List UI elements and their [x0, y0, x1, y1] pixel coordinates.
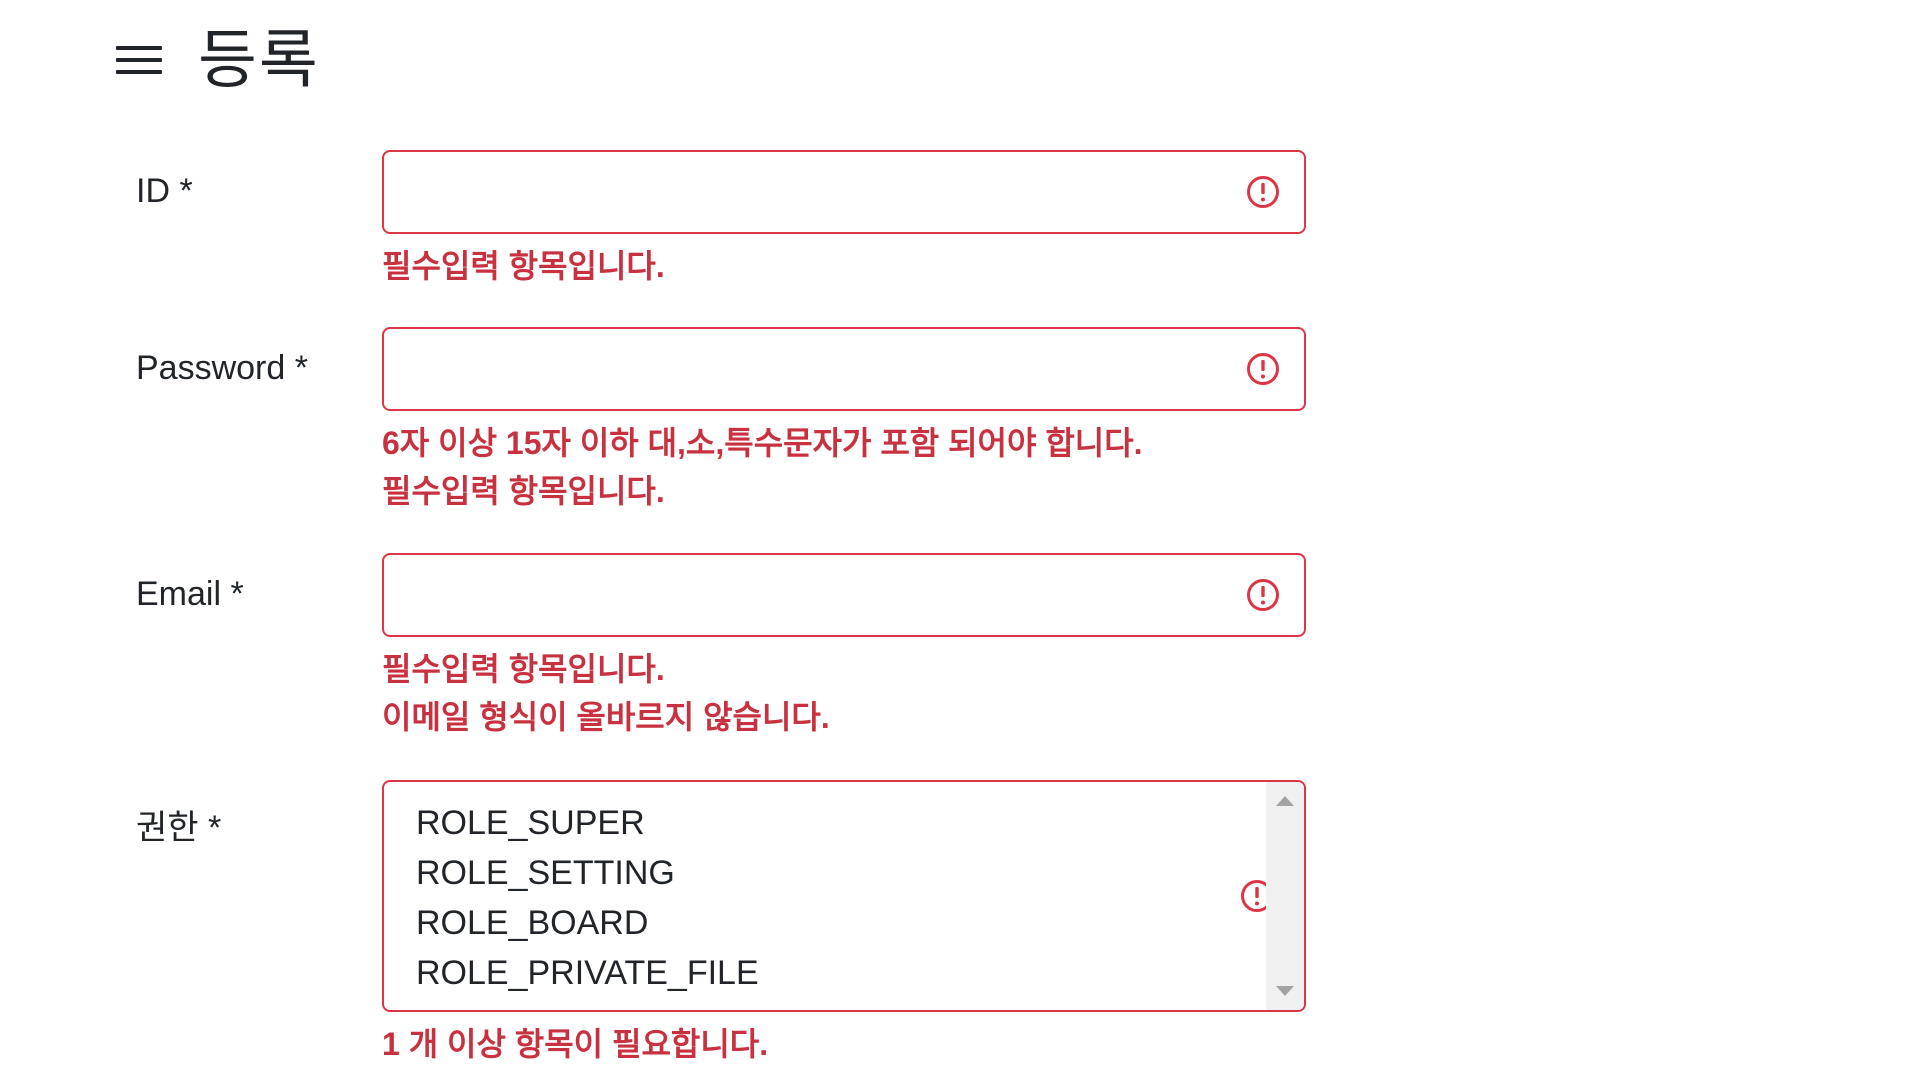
hamburger-menu-icon[interactable] — [116, 40, 162, 80]
menu-line — [116, 58, 162, 62]
email-label: Email * — [136, 575, 244, 613]
password-error-format: 6자 이상 15자 이하 대,소,특수문자가 포함 되어야 합니다. — [382, 425, 1143, 461]
roles-error-required: 1 개 이상 항목이 필요합니다. — [382, 1026, 769, 1062]
roles-multiselect[interactable]: ROLE_SUPER ROLE_SETTING ROLE_BOARD ROLE_… — [382, 780, 1306, 1012]
password-label: Password * — [136, 349, 308, 387]
role-option-private-file[interactable]: ROLE_PRIVATE_FILE — [416, 948, 759, 998]
email-input[interactable] — [404, 555, 1228, 637]
email-error-format: 이메일 형식이 올바르지 않습니다. — [382, 699, 830, 735]
id-label: ID * — [136, 172, 193, 210]
password-error-required: 필수입력 항목입니다. — [382, 473, 665, 509]
registration-page: 등록 ID * 필수입력 항목입니다. Password * 6자 이상 15자… — [0, 0, 1907, 1091]
role-option-board[interactable]: ROLE_BOARD — [416, 898, 759, 948]
page-header: 등록 — [116, 28, 320, 92]
menu-line — [116, 70, 162, 74]
password-input[interactable] — [404, 329, 1228, 411]
id-field-box — [382, 150, 1306, 234]
roles-scrollbar[interactable] — [1266, 782, 1304, 1010]
scroll-up-arrow-icon[interactable] — [1276, 796, 1294, 806]
exclamation-circle-icon — [1247, 176, 1279, 208]
roles-option-list: ROLE_SUPER ROLE_SETTING ROLE_BOARD ROLE_… — [416, 798, 759, 998]
scroll-down-arrow-icon[interactable] — [1276, 986, 1294, 996]
id-input[interactable] — [404, 152, 1228, 234]
exclamation-circle-icon — [1247, 579, 1279, 611]
role-option-super[interactable]: ROLE_SUPER — [416, 798, 759, 848]
password-field-box — [382, 327, 1306, 411]
exclamation-circle-icon — [1247, 353, 1279, 385]
menu-line — [116, 46, 162, 50]
page-title: 등록 — [198, 24, 320, 96]
email-error-required: 필수입력 항목입니다. — [382, 651, 665, 687]
roles-label: 권한 * — [136, 809, 222, 847]
id-error-required: 필수입력 항목입니다. — [382, 248, 665, 284]
role-option-setting[interactable]: ROLE_SETTING — [416, 848, 759, 898]
email-field-box — [382, 553, 1306, 637]
